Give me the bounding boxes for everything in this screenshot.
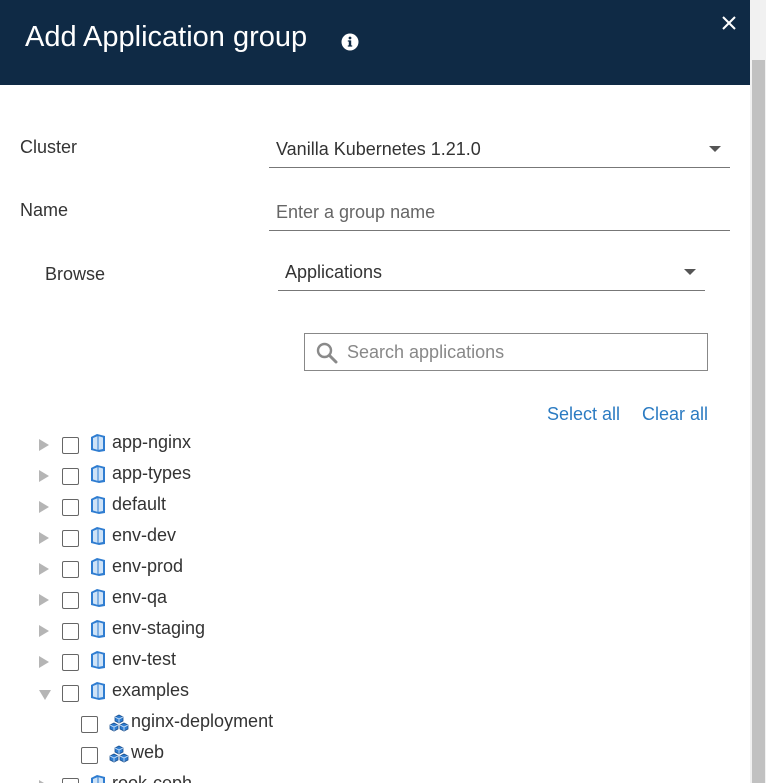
namespace-folder-icon <box>91 682 105 700</box>
tree-item-label: app-nginx <box>112 432 192 452</box>
tree-item-label: app-types <box>112 463 192 483</box>
expand-toggle-icon[interactable] <box>39 501 49 513</box>
tree-item-default: default <box>0 493 740 524</box>
namespace-folder-icon <box>91 434 105 452</box>
namespace-folder-icon <box>91 465 105 483</box>
expand-toggle-icon[interactable] <box>39 594 49 606</box>
tree-child-web: web <box>0 741 740 772</box>
tree-item-label: web <box>131 742 165 762</box>
tree-item-label: rook-ceph <box>112 773 193 783</box>
tree-item-app-nginx: app-nginx <box>0 431 740 462</box>
namespace-folder-icon <box>91 589 105 607</box>
cluster-select[interactable]: Vanilla Kubernetes 1.21.0 <box>269 130 730 168</box>
tree-item-env-qa: env-qa <box>0 586 740 617</box>
expand-toggle-icon[interactable] <box>39 470 49 482</box>
tree-item-label: env-prod <box>112 556 184 576</box>
chevron-down-icon <box>709 146 721 152</box>
search-box <box>304 333 708 371</box>
tree-checkbox[interactable] <box>62 685 79 702</box>
tree-item-label: env-qa <box>112 587 168 607</box>
tree-checkbox[interactable] <box>62 499 79 516</box>
browse-label: Browse <box>45 264 106 284</box>
tree-checkbox[interactable] <box>81 747 98 764</box>
browse-select-value: Applications <box>285 262 383 282</box>
info-circle-icon[interactable] <box>341 33 359 51</box>
namespace-folder-icon <box>91 558 105 576</box>
tree-checkbox[interactable] <box>62 592 79 609</box>
namespace-folder-icon <box>91 527 105 545</box>
dialog-title: Add Application group <box>25 21 308 53</box>
namespace-folder-icon <box>91 620 105 638</box>
tree-item-label: nginx-deployment <box>131 711 274 731</box>
scrollbar-thumb[interactable] <box>752 60 765 783</box>
cluster-label: Cluster <box>20 137 78 157</box>
tree-item-label: examples <box>112 680 190 700</box>
search-applications-input[interactable] <box>347 334 697 370</box>
tree-checkbox[interactable] <box>62 623 79 640</box>
application-cubes-icon <box>109 745 129 763</box>
namespace-folder-icon <box>91 496 105 514</box>
chevron-down-icon <box>684 269 696 275</box>
tree-item-env-test: env-test <box>0 648 740 679</box>
group-name-input[interactable] <box>269 195 730 231</box>
tree-item-label: env-dev <box>112 525 177 545</box>
expand-toggle-icon[interactable] <box>39 625 49 637</box>
select-all-button[interactable]: Select all <box>547 404 620 425</box>
close-icon[interactable] <box>719 13 739 33</box>
browse-select[interactable]: Applications <box>278 255 705 291</box>
tree-checkbox[interactable] <box>62 778 79 783</box>
tree-checkbox[interactable] <box>62 437 79 454</box>
tree-item-label: env-test <box>112 649 177 669</box>
expand-toggle-icon[interactable] <box>39 656 49 668</box>
name-label: Name <box>20 200 69 220</box>
dialog-header: Add Application group <box>0 0 750 85</box>
search-icon <box>316 342 338 364</box>
tree-child-nginx-deployment: nginx-deployment <box>0 710 740 741</box>
tree-item-rook-ceph: rook-ceph <box>0 772 740 783</box>
clear-all-button[interactable]: Clear all <box>642 404 708 425</box>
expand-toggle-icon[interactable] <box>39 563 49 575</box>
namespace-folder-icon <box>91 651 105 669</box>
tree-checkbox[interactable] <box>62 561 79 578</box>
tree-item-examples: examples <box>0 679 740 710</box>
tree-item-env-prod: env-prod <box>0 555 740 586</box>
tree-item-app-types: app-types <box>0 462 740 493</box>
cluster-select-value: Vanilla Kubernetes 1.21.0 <box>276 139 481 159</box>
add-application-group-dialog: Add Application group Cluster Vanilla Ku… <box>0 0 750 783</box>
application-cubes-icon <box>109 714 129 732</box>
collapse-toggle-icon[interactable] <box>39 690 51 700</box>
tree-checkbox[interactable] <box>62 654 79 671</box>
tree-item-env-staging: env-staging <box>0 617 740 648</box>
tree-checkbox[interactable] <box>62 530 79 547</box>
tree-checkbox[interactable] <box>62 468 79 485</box>
tree-item-env-dev: env-dev <box>0 524 740 555</box>
tree-checkbox[interactable] <box>81 716 98 733</box>
tree-item-label: env-staging <box>112 618 206 638</box>
expand-toggle-icon[interactable] <box>39 532 49 544</box>
tree-item-label: default <box>112 494 167 514</box>
expand-toggle-icon[interactable] <box>39 439 49 451</box>
namespace-folder-icon <box>91 775 105 783</box>
